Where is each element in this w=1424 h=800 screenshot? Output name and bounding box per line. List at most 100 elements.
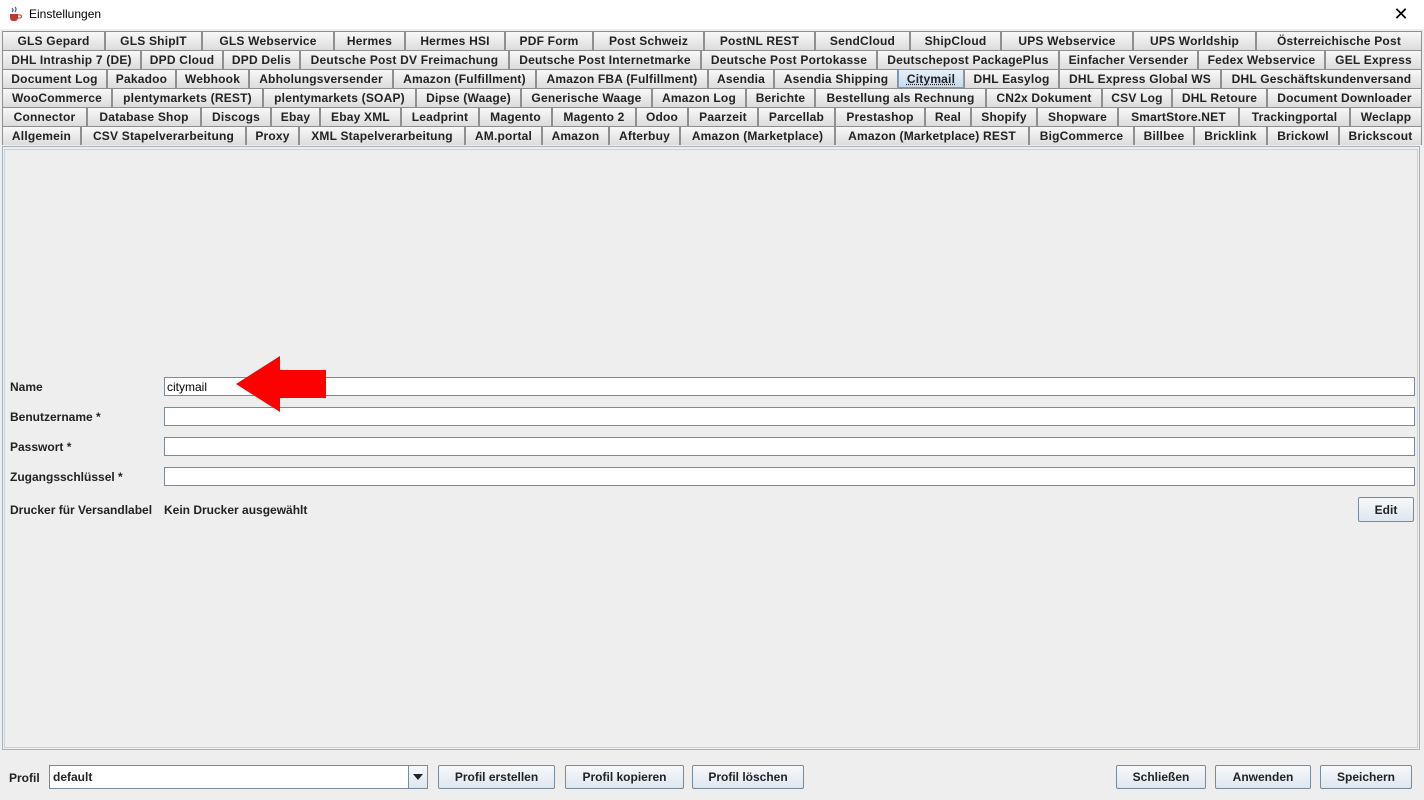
tab-amazon[interactable]: Amazon xyxy=(542,126,609,145)
tab-dhl-intraship-7-de[interactable]: DHL Intraship 7 (DE) xyxy=(2,50,141,69)
tab-deutsche-post-portokasse[interactable]: Deutsche Post Portokasse xyxy=(701,50,877,69)
tab-document-downloader[interactable]: Document Downloader xyxy=(1267,88,1422,107)
tab-sendcloud[interactable]: SendCloud xyxy=(815,31,910,50)
tab-shopify[interactable]: Shopify xyxy=(971,107,1037,126)
tab-label: Brickscout xyxy=(1348,129,1413,143)
tab-gel-express[interactable]: GEL Express xyxy=(1325,50,1422,69)
tab-dpd-cloud[interactable]: DPD Cloud xyxy=(141,50,223,69)
tab-magento[interactable]: Magento xyxy=(479,107,552,126)
tab-odoo[interactable]: Odoo xyxy=(636,107,688,126)
tab-am-portal[interactable]: AM.portal xyxy=(465,126,542,145)
tab-webhook[interactable]: Webhook xyxy=(176,69,249,88)
tab-postnl-rest[interactable]: PostNL REST xyxy=(704,31,815,50)
tab-trackingportal[interactable]: Trackingportal xyxy=(1239,107,1350,126)
tab-label: Deutsche Post Internetmarke xyxy=(519,53,691,67)
tab-post-schweiz[interactable]: Post Schweiz xyxy=(593,31,704,50)
tab-shipcloud[interactable]: ShipCloud xyxy=(910,31,1001,50)
tab-magento-2[interactable]: Magento 2 xyxy=(552,107,636,126)
tab-plentymarkets-rest[interactable]: plentymarkets (REST) xyxy=(112,88,263,107)
tab-label: GLS Webservice xyxy=(219,34,317,48)
tab-xml-stapelverarbeitung[interactable]: XML Stapelverarbeitung xyxy=(299,126,465,145)
tab-afterbuy[interactable]: Afterbuy xyxy=(609,126,680,145)
tab-hermes[interactable]: Hermes xyxy=(334,31,405,50)
tab-leadprint[interactable]: Leadprint xyxy=(401,107,479,126)
tab-citymail[interactable]: Citymail xyxy=(898,69,964,88)
name-input[interactable] xyxy=(164,377,1415,396)
tab-amazon-fulfillment[interactable]: Amazon (Fulfillment) xyxy=(393,69,536,88)
tab-database-shop[interactable]: Database Shop xyxy=(87,107,201,126)
tab-brickscout[interactable]: Brickscout xyxy=(1339,126,1422,145)
tab-shopware[interactable]: Shopware xyxy=(1037,107,1118,126)
tab-allgemein[interactable]: Allgemein xyxy=(2,126,81,145)
tab-csv-stapelverarbeitung[interactable]: CSV Stapelverarbeitung xyxy=(81,126,246,145)
tab-real[interactable]: Real xyxy=(925,107,971,126)
tab-bestellung-als-rechnung[interactable]: Bestellung als Rechnung xyxy=(815,88,986,107)
tab-pakadoo[interactable]: Pakadoo xyxy=(107,69,176,88)
tab-abholungsversender[interactable]: Abholungsversender xyxy=(249,69,393,88)
tab-label: ShipCloud xyxy=(924,34,987,48)
tab-osterreichische-post[interactable]: Österreichische Post xyxy=(1256,31,1422,50)
tab-gls-gepard[interactable]: GLS Gepard xyxy=(2,31,105,50)
tab-prestashop[interactable]: Prestashop xyxy=(835,107,925,126)
tab-weclapp[interactable]: Weclapp xyxy=(1350,107,1422,126)
tab-pdf-form[interactable]: PDF Form xyxy=(505,31,593,50)
tab-ebay[interactable]: Ebay xyxy=(271,107,320,126)
tab-bricklink[interactable]: Bricklink xyxy=(1194,126,1267,145)
apply-button[interactable]: Anwenden xyxy=(1215,765,1311,789)
tab-dhl-easylog[interactable]: DHL Easylog xyxy=(964,69,1059,88)
tab-cn2x-dokument[interactable]: CN2x Dokument xyxy=(986,88,1102,107)
tab-deutsche-post-dv-freimachung[interactable]: Deutsche Post DV Freimachung xyxy=(300,50,509,69)
tab-fedex-webservice[interactable]: Fedex Webservice xyxy=(1198,50,1325,69)
tab-asendia[interactable]: Asendia xyxy=(708,69,774,88)
tab-amazon-fba-fulfillment[interactable]: Amazon FBA (Fulfillment) xyxy=(536,69,708,88)
tab-plentymarkets-soap[interactable]: plentymarkets (SOAP) xyxy=(263,88,416,107)
tab-amazon-log[interactable]: Amazon Log xyxy=(652,88,746,107)
tab-connector[interactable]: Connector xyxy=(2,107,87,126)
tab-hermes-hsi[interactable]: Hermes HSI xyxy=(405,31,505,50)
password-input[interactable] xyxy=(164,437,1415,456)
tab-ebay-xml[interactable]: Ebay XML xyxy=(320,107,401,126)
profile-select[interactable]: default xyxy=(49,765,428,789)
create-profile-button[interactable]: Profil erstellen xyxy=(438,765,555,789)
tab-dhl-express-global-ws[interactable]: DHL Express Global WS xyxy=(1059,69,1221,88)
tab-ups-webservice[interactable]: UPS Webservice xyxy=(1001,31,1133,50)
tab-proxy[interactable]: Proxy xyxy=(246,126,299,145)
tab-brickowl[interactable]: Brickowl xyxy=(1267,126,1339,145)
tab-amazon-marketplace[interactable]: Amazon (Marketplace) xyxy=(680,126,835,145)
tab-billbee[interactable]: Billbee xyxy=(1134,126,1194,145)
tab-discogs[interactable]: Discogs xyxy=(201,107,271,126)
tab-csv-log[interactable]: CSV Log xyxy=(1102,88,1172,107)
tab-asendia-shipping[interactable]: Asendia Shipping xyxy=(774,69,898,88)
tab-paarzeit[interactable]: Paarzeit xyxy=(688,107,758,126)
delete-profile-button[interactable]: Profil löschen xyxy=(692,765,804,789)
tab-woocommerce[interactable]: WooCommerce xyxy=(2,88,112,107)
close-window-button[interactable]: ✕ xyxy=(1378,0,1424,29)
tab-label: Discogs xyxy=(211,110,261,124)
tab-amazon-marketplace-rest[interactable]: Amazon (Marketplace) REST xyxy=(835,126,1029,145)
tab-deutschepost-packageplus[interactable]: Deutschepost PackagePlus xyxy=(877,50,1059,69)
access-key-input[interactable] xyxy=(164,467,1415,486)
close-button[interactable]: Schließen xyxy=(1116,765,1206,789)
tab-bigcommerce[interactable]: BigCommerce xyxy=(1029,126,1134,145)
dropdown-arrow-icon[interactable] xyxy=(408,766,427,788)
tab-parcellab[interactable]: Parcellab xyxy=(758,107,835,126)
tab-dhl-geschaftskundenversand[interactable]: DHL Geschäftskundenversand xyxy=(1221,69,1422,88)
tab-deutsche-post-internetmarke[interactable]: Deutsche Post Internetmarke xyxy=(509,50,701,69)
copy-profile-button[interactable]: Profil kopieren xyxy=(565,765,684,789)
edit-printer-button[interactable]: Edit xyxy=(1358,497,1414,522)
save-button[interactable]: Speichern xyxy=(1320,765,1412,789)
tab-dpd-delis[interactable]: DPD Delis xyxy=(223,50,300,69)
tab-generische-waage[interactable]: Generische Waage xyxy=(521,88,652,107)
tab-einfacher-versender[interactable]: Einfacher Versender xyxy=(1059,50,1198,69)
tab-berichte[interactable]: Berichte xyxy=(746,88,815,107)
username-input[interactable] xyxy=(164,407,1415,426)
tab-gls-webservice[interactable]: GLS Webservice xyxy=(202,31,334,50)
tab-gls-shipit[interactable]: GLS ShipIT xyxy=(105,31,202,50)
tab-label: DHL Express Global WS xyxy=(1068,72,1211,86)
tab-document-log[interactable]: Document Log xyxy=(2,69,107,88)
tab-dipse-waage[interactable]: Dipse (Waage) xyxy=(416,88,521,107)
tab-smartstore-net[interactable]: SmartStore.NET xyxy=(1118,107,1239,126)
tab-label: Odoo xyxy=(645,110,679,124)
tab-dhl-retoure[interactable]: DHL Retoure xyxy=(1172,88,1267,107)
tab-ups-worldship[interactable]: UPS Worldship xyxy=(1133,31,1256,50)
